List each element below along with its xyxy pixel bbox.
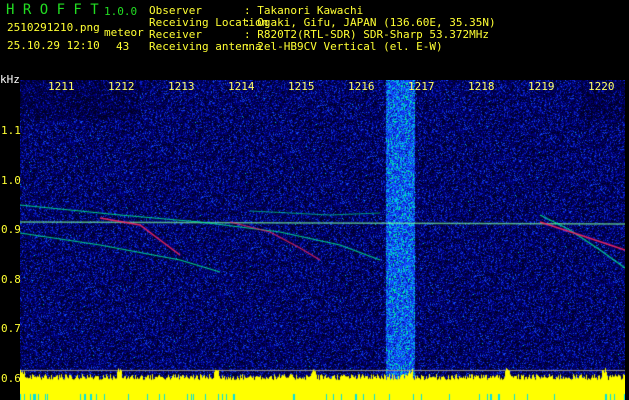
y-unit-label: kHz — [0, 73, 20, 86]
x-tick-label: 1218 — [468, 80, 495, 93]
x-tick-label: 1216 — [348, 80, 375, 93]
x-tick-label: 1213 — [168, 80, 195, 93]
y-tick-label: 0.7 — [1, 322, 21, 336]
spectrogram — [20, 80, 625, 400]
x-tick-label: 1212 — [108, 80, 135, 93]
y-tick-label: 0.8 — [1, 272, 21, 286]
app-version: 1.0.0 — [104, 5, 138, 18]
x-tick-label: 1214 — [228, 80, 255, 93]
x-tick-label: 1215 — [288, 80, 315, 93]
meteor-label: meteor — [104, 26, 144, 39]
hrofft-window: H R O F F T 1.0.0 2510291210.png 25.10.2… — [0, 0, 629, 400]
y-tick-label: 0.6 — [1, 372, 21, 385]
antenna-value: : 2el-HB9CV Vertical (el. E-W) — [244, 40, 443, 53]
app-name: H R O F F T — [6, 2, 99, 18]
y-tick-label: 1.0 — [1, 173, 21, 187]
file-name: 2510291210.png — [7, 21, 100, 34]
meteor-count: 43 — [116, 40, 130, 53]
x-tick-label: 1220 — [588, 80, 615, 93]
y-tick-label: 0.9 — [1, 223, 21, 237]
x-tick-label: 1219 — [528, 80, 555, 93]
x-tick-label: 1217 — [408, 80, 435, 93]
x-tick-label: 1211 — [48, 80, 75, 93]
y-tick-label: 1.1 — [1, 124, 21, 137]
file-datetime: 25.10.29 12:10 — [7, 39, 100, 52]
